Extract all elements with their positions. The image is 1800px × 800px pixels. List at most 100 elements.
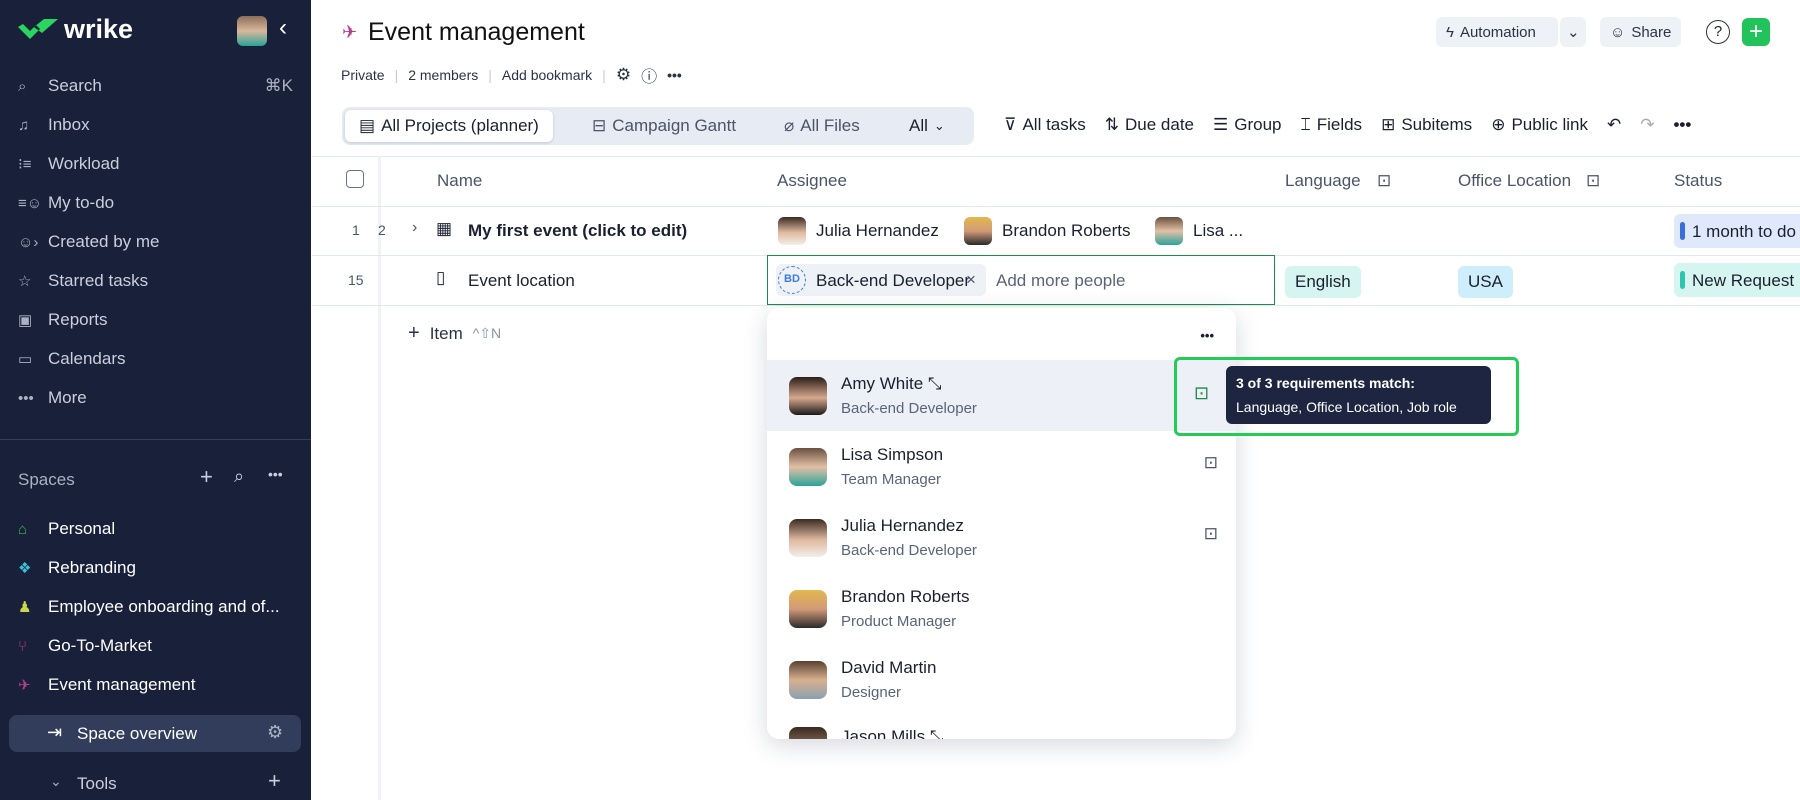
sort-due-date[interactable]: ⇅ Due date: [1105, 115, 1194, 135]
select-all-checkbox[interactable]: [346, 170, 364, 188]
office-chip[interactable]: USA: [1458, 266, 1513, 298]
language-chip[interactable]: English: [1285, 266, 1361, 298]
redo-icon[interactable]: ↷: [1640, 115, 1654, 135]
privacy-label[interactable]: Private: [341, 67, 385, 83]
add-people-placeholder[interactable]: Add more people: [996, 271, 1125, 291]
user-avatar[interactable]: [237, 16, 267, 46]
add-bookmark-link[interactable]: Add bookmark: [502, 67, 592, 83]
fields-icon: ⌶: [1300, 115, 1311, 134]
divider: [312, 305, 1800, 306]
external-user-icon: ⤡: [927, 374, 942, 393]
tools-item[interactable]: Tools: [77, 774, 117, 794]
assignee[interactable]: Lisa ...: [1155, 217, 1243, 245]
nav-workload[interactable]: ⁝≡ Workload: [18, 149, 293, 179]
task-name[interactable]: Event location: [468, 271, 575, 291]
column-language[interactable]: Language: [1285, 171, 1361, 191]
toolbar: ⊽ All tasks ⇅ Due date ☰ Group ⌶ Fields ⊞ Sub…: [1004, 115, 1691, 135]
more-icon[interactable]: •••: [667, 67, 682, 83]
share-button[interactable]: ☺ Share: [1600, 17, 1682, 47]
subitems-button[interactable]: ⊞ Subitems: [1381, 115, 1472, 135]
column-assignee[interactable]: Assignee: [777, 171, 847, 191]
add-tool-icon[interactable]: +: [268, 768, 281, 794]
space-event-management[interactable]: ✈ Event management: [18, 670, 293, 700]
assignee[interactable]: Julia Hernandez: [778, 217, 939, 245]
sort-icon: ⇅: [1104, 115, 1119, 134]
status-badge[interactable]: 1 month to do: [1674, 214, 1800, 248]
assignee-chip[interactable]: BD Back-end Developer ×: [776, 264, 986, 296]
avatar: [789, 376, 827, 415]
avatar: [1155, 217, 1183, 245]
search-spaces-icon[interactable]: ⌕: [234, 466, 244, 487]
nav-calendars[interactable]: ▭ Calendars: [18, 344, 293, 374]
main-area: ✈ Event management Private | 2 members | A…: [312, 0, 1800, 800]
gantt-icon: ⊟: [592, 116, 607, 135]
members-link[interactable]: 2 members: [408, 67, 478, 83]
create-button[interactable]: +: [1742, 18, 1770, 46]
fields-button[interactable]: ⌶ Fields: [1301, 115, 1363, 135]
spaces-more-icon[interactable]: •••: [268, 466, 283, 482]
nav-my-todo[interactable]: ≡☺ My to-do: [18, 188, 293, 218]
space-go-to-market[interactable]: ⑂ Go-To-Market: [18, 631, 293, 661]
nav-inbox[interactable]: ♫ Inbox: [18, 110, 293, 140]
expand-chevron-icon[interactable]: ›: [412, 219, 417, 237]
add-space-icon[interactable]: +: [200, 464, 213, 490]
column-status[interactable]: Status: [1674, 171, 1722, 191]
chevron-down-icon[interactable]: ⌄: [50, 773, 62, 790]
space-employee-onboarding[interactable]: ♟ Employee onboarding and of...: [18, 592, 293, 622]
assignee[interactable]: Brandon Roberts: [964, 217, 1131, 245]
add-item-button[interactable]: + Item ^⇧N: [408, 322, 501, 345]
nav-reports[interactable]: ▣ Reports: [18, 305, 293, 335]
avatar: [778, 217, 806, 245]
wrike-logo[interactable]: wrike: [18, 14, 133, 45]
space-overview-item[interactable]: ⇥ Space overview ⚙: [9, 715, 301, 752]
group-icon: ☰: [1213, 115, 1229, 134]
public-link-button[interactable]: ⊕ Public link: [1491, 115, 1588, 135]
remove-chip-icon[interactable]: ×: [966, 270, 976, 290]
paperclip-icon: ⌀: [784, 116, 795, 135]
column-office-location[interactable]: Office Location: [1458, 171, 1571, 191]
list-item[interactable]: Brandon Roberts Product Manager: [767, 573, 1236, 644]
tab-all-projects[interactable]: ▤ All Projects (planner): [345, 110, 553, 142]
nav-created-by-me[interactable]: ☺› Created by me: [18, 227, 293, 257]
more-icon[interactable]: •••: [1673, 115, 1691, 135]
undo-icon[interactable]: ↶: [1607, 115, 1621, 135]
collapse-sidebar-icon[interactable]: ‹: [279, 14, 287, 42]
settings-icon[interactable]: ⚙: [616, 65, 631, 85]
branch-icon: ⑂: [18, 637, 28, 655]
nav-starred[interactable]: ☆ Starred tasks: [18, 266, 293, 296]
view-tabs: ▤ All Projects (planner) ⊟ Campaign Gantt …: [342, 107, 974, 145]
requirements-match-icon[interactable]: ⊡: [1204, 453, 1218, 473]
column-name[interactable]: Name: [437, 171, 482, 191]
list-item[interactable]: Jason Mills ⤡: [767, 715, 1236, 739]
automation-dropdown[interactable]: ⌄: [1560, 17, 1586, 47]
assignee-input[interactable]: BD Back-end Developer × Add more people: [767, 255, 1275, 305]
nav-search[interactable]: ⌕ Search ⌘K: [18, 71, 293, 101]
requirements-match-icon[interactable]: ⊡: [1204, 524, 1218, 544]
group-button[interactable]: ☰ Group: [1213, 115, 1282, 135]
tab-campaign-gantt[interactable]: ⊟ Campaign Gantt: [592, 116, 736, 136]
list-item[interactable]: Julia Hernandez Back-end Developer ⊡: [767, 502, 1236, 573]
list-item[interactable]: David Martin Designer: [767, 644, 1236, 715]
space-personal[interactable]: ⌂ Personal: [18, 514, 293, 544]
requirements-tooltip: 3 of 3 requirements match: Language, Off…: [1226, 366, 1491, 424]
created-icon: ☺›: [18, 233, 39, 251]
list-item[interactable]: Amy White ⤡ Back-end Developer: [767, 360, 1236, 431]
requirements-match-icon[interactable]: ⊡: [1194, 383, 1209, 404]
info-icon[interactable]: ⓘ: [641, 63, 657, 87]
gear-icon[interactable]: ⚙: [267, 722, 283, 743]
filter-all-tasks[interactable]: ⊽ All tasks: [1004, 115, 1086, 135]
enter-icon: ⇥: [47, 722, 63, 742]
star-icon: ☆: [18, 273, 32, 290]
task-name[interactable]: My first event (click to edit): [468, 221, 687, 241]
list-item[interactable]: Lisa Simpson Team Manager ⊡: [767, 431, 1236, 502]
tab-all-files[interactable]: ⌀ All Files: [784, 116, 860, 136]
divider: [312, 156, 1800, 157]
automation-button[interactable]: ϟ Automation: [1436, 17, 1558, 47]
more-icon[interactable]: •••: [1200, 328, 1214, 343]
all-views-dropdown[interactable]: All ⌄: [909, 116, 945, 136]
table-row[interactable]: 1 2 › ▦ My first event (click to edit) J…: [312, 207, 1800, 255]
space-rebranding[interactable]: ❖ Rebranding: [18, 553, 293, 583]
help-icon[interactable]: ?: [1706, 20, 1730, 44]
status-badge[interactable]: New Request: [1674, 263, 1800, 297]
nav-more[interactable]: ••• More: [18, 383, 293, 413]
